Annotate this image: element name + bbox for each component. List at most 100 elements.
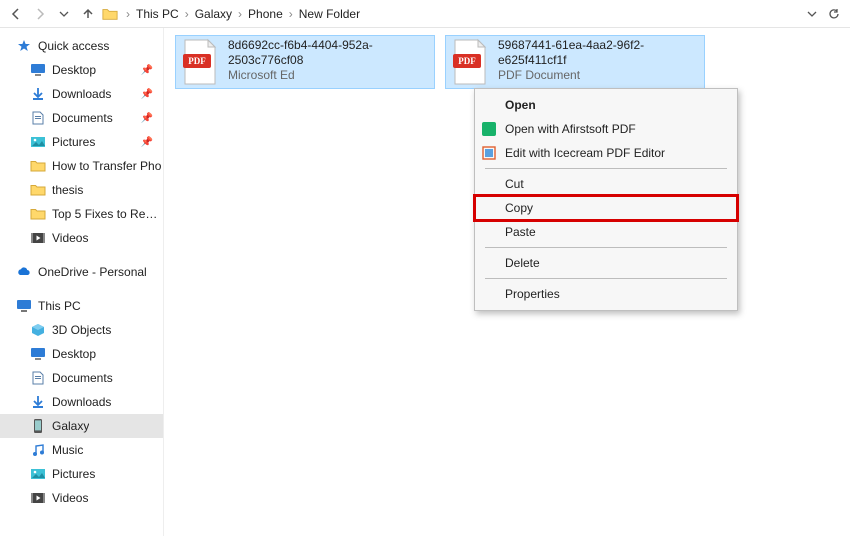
folder-icon xyxy=(102,6,118,22)
sidebar-item[interactable]: Top 5 Fixes to Resolv xyxy=(0,202,163,226)
star-icon xyxy=(16,38,32,54)
downloads-icon xyxy=(30,86,46,102)
sidebar-item-label: Videos xyxy=(52,231,88,245)
videos-icon xyxy=(30,230,46,246)
breadcrumb-item[interactable]: Phone xyxy=(248,7,283,21)
forward-button[interactable] xyxy=(30,4,50,24)
back-button[interactable] xyxy=(6,4,26,24)
sidebar-item[interactable]: Downloads xyxy=(0,390,163,414)
folder-icon xyxy=(30,206,46,222)
context-menu-label: Paste xyxy=(505,225,536,239)
sidebar-item-label: Quick access xyxy=(38,39,109,53)
context-menu-properties[interactable]: Properties xyxy=(475,282,737,306)
sidebar-item[interactable]: Downloads📌 xyxy=(0,82,163,106)
sidebar-item[interactable]: Documents 📌 xyxy=(0,106,163,130)
sidebar-item-label: Pictures xyxy=(52,467,95,481)
context-menu-paste[interactable]: Paste xyxy=(475,220,737,244)
breadcrumb-item[interactable]: Galaxy xyxy=(195,7,232,21)
breadcrumb-item[interactable]: New Folder xyxy=(299,7,360,21)
objects3d-icon xyxy=(30,322,46,338)
sidebar-item[interactable]: Videos xyxy=(0,226,163,250)
monitor-icon xyxy=(16,298,32,314)
pdf-file-icon: PDF xyxy=(450,38,490,86)
desktop-icon xyxy=(30,346,46,362)
context-menu: Open Open with Afirstsoft PDF Edit with … xyxy=(474,88,738,311)
documents-icon xyxy=(30,110,46,126)
context-menu-cut[interactable]: Cut xyxy=(475,172,737,196)
recent-dropdown[interactable] xyxy=(54,4,74,24)
breadcrumb[interactable]: › This PC › Galaxy › Phone › New Folder xyxy=(126,7,798,21)
sidebar-item[interactable]: Desktop 📌 xyxy=(0,58,163,82)
cloud-icon xyxy=(16,264,32,280)
sidebar-item[interactable]: thesis xyxy=(0,178,163,202)
refresh-button[interactable] xyxy=(824,4,844,24)
sidebar-quick-access[interactable]: Quick access xyxy=(0,34,163,58)
context-menu-label: Open with Afirstsoft PDF xyxy=(505,122,636,136)
sidebar-item[interactable]: Desktop xyxy=(0,342,163,366)
context-menu-open-with-afirstsoft[interactable]: Open with Afirstsoft PDF xyxy=(475,117,737,141)
pin-icon: 📌 xyxy=(141,113,153,124)
sidebar-this-pc[interactable]: This PC xyxy=(0,294,163,318)
sidebar-item-label: OneDrive - Personal xyxy=(38,265,147,279)
sidebar-item[interactable]: How to Transfer Pho xyxy=(0,154,163,178)
sidebar-item-label: Desktop xyxy=(52,63,96,77)
breadcrumb-item[interactable]: This PC xyxy=(136,7,179,21)
chevron-right-icon: › xyxy=(289,7,293,21)
svg-text:PDF: PDF xyxy=(188,56,206,66)
context-menu-label: Copy xyxy=(505,201,533,215)
sidebar-item-label: Music xyxy=(52,443,83,457)
pictures-icon xyxy=(30,134,46,150)
downloads-icon xyxy=(30,394,46,410)
music-icon xyxy=(30,442,46,458)
sidebar-item-label: Documents xyxy=(52,371,113,385)
pin-icon: 📌 xyxy=(141,65,153,76)
address-dropdown[interactable] xyxy=(802,4,822,24)
context-menu-label: Delete xyxy=(505,256,540,270)
sidebar-item[interactable]: Pictures 📌 xyxy=(0,130,163,154)
sidebar-item[interactable]: Music xyxy=(0,438,163,462)
sidebar-item-label: Downloads xyxy=(52,395,111,409)
sidebar-item[interactable]: Videos xyxy=(0,486,163,510)
phone-icon xyxy=(30,418,46,434)
file-item[interactable]: PDF59687441-61ea-4aa2-96f2-e625f411cf1fP… xyxy=(446,36,704,88)
sidebar-item[interactable]: Documents xyxy=(0,366,163,390)
pin-icon: 📌 xyxy=(141,137,153,148)
sidebar-onedrive[interactable]: OneDrive - Personal xyxy=(0,260,163,284)
up-button[interactable] xyxy=(78,4,98,24)
sidebar-item-label: Top 5 Fixes to Resolv xyxy=(52,207,163,221)
menu-separator xyxy=(485,168,727,169)
context-menu-delete[interactable]: Delete xyxy=(475,251,737,275)
navigation-toolbar: › This PC › Galaxy › Phone › New Folder xyxy=(0,0,850,28)
sidebar-item-label: Galaxy xyxy=(52,419,89,433)
pin-icon: 📌 xyxy=(141,89,153,100)
sidebar-item-label: This PC xyxy=(38,299,81,313)
sidebar-item-label: thesis xyxy=(52,183,83,197)
documents-icon xyxy=(30,370,46,386)
chevron-right-icon: › xyxy=(238,7,242,21)
folder-icon xyxy=(30,158,46,174)
app-icon xyxy=(481,121,497,137)
file-name: 8d6692cc-f6b4-4404-952a-2503c776cf08 xyxy=(228,38,430,68)
context-menu-label: Open xyxy=(505,98,536,112)
file-list-area[interactable]: PDF8d6692cc-f6b4-4404-952a-2503c776cf08M… xyxy=(164,28,850,536)
menu-separator xyxy=(485,278,727,279)
sidebar-item-label: Pictures xyxy=(52,135,95,149)
sidebar-item[interactable]: Galaxy xyxy=(0,414,163,438)
context-menu-edit-icecream[interactable]: Edit with Icecream PDF Editor xyxy=(475,141,737,165)
desktop-icon xyxy=(30,62,46,78)
sidebar-item[interactable]: Pictures xyxy=(0,462,163,486)
chevron-right-icon: › xyxy=(126,7,130,21)
context-menu-label: Cut xyxy=(505,177,524,191)
app-icon xyxy=(481,145,497,161)
sidebar-item[interactable]: 3D Objects xyxy=(0,318,163,342)
context-menu-label: Edit with Icecream PDF Editor xyxy=(505,146,665,160)
context-menu-open[interactable]: Open xyxy=(475,93,737,117)
file-item[interactable]: PDF8d6692cc-f6b4-4404-952a-2503c776cf08M… xyxy=(176,36,434,88)
menu-separator xyxy=(485,247,727,248)
pictures-icon xyxy=(30,466,46,482)
file-type: PDF Document xyxy=(498,68,700,83)
context-menu-copy[interactable]: Copy xyxy=(475,196,737,220)
sidebar-item-label: Videos xyxy=(52,491,88,505)
sidebar-item-label: Documents xyxy=(52,111,113,125)
navigation-sidebar: Quick access Desktop📌Downloads📌Documents… xyxy=(0,28,164,536)
